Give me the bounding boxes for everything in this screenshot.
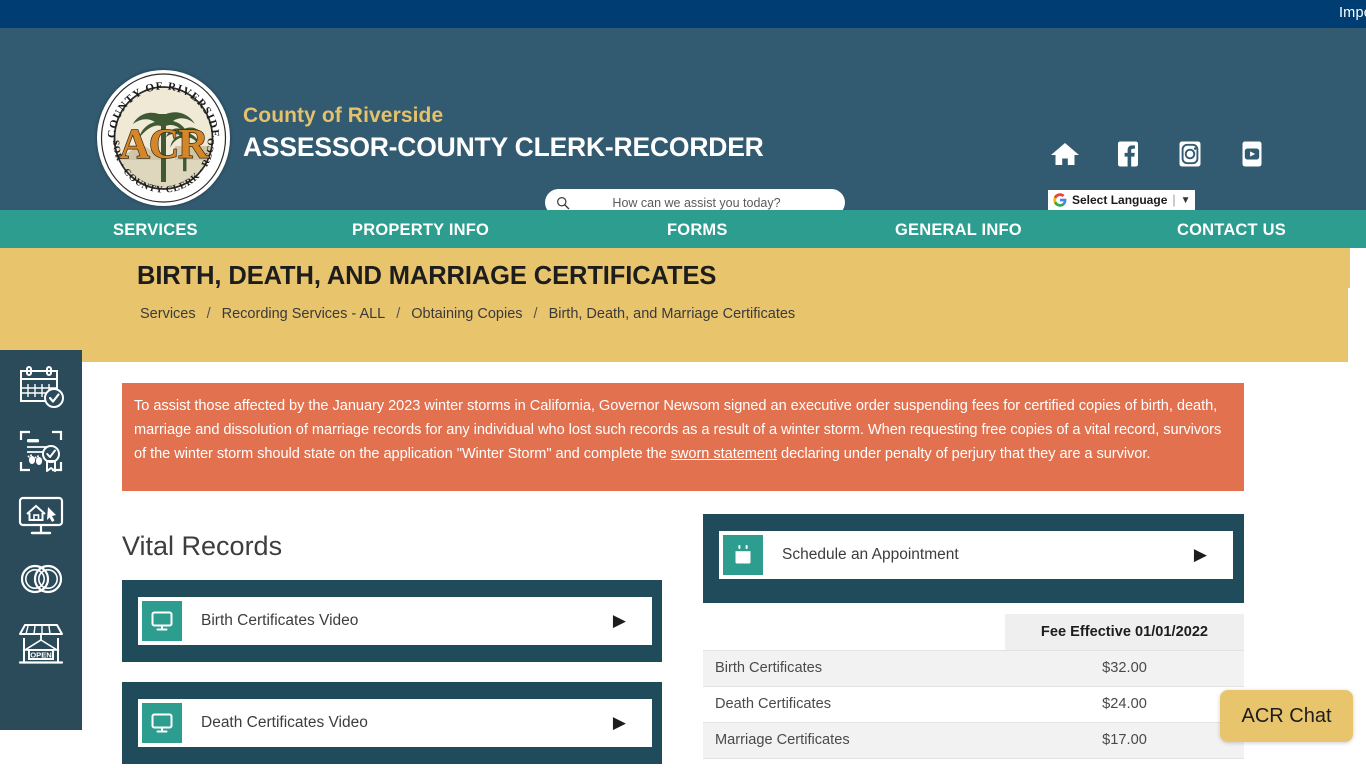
appointment-card: Schedule an Appointment ▶: [703, 514, 1244, 603]
site-header: COUNTY OF RIVERSIDE ASSESSOR · COUNTY CL…: [0, 28, 1366, 216]
brand-title: ASSESSOR-COUNTY CLERK-RECORDER: [243, 132, 764, 162]
monitor-icon: [142, 601, 182, 641]
breadcrumb-item-obtaining[interactable]: Obtaining Copies: [411, 306, 522, 322]
video-card-death-label: Death Certificates Video: [201, 714, 368, 731]
search-icon: [557, 196, 570, 209]
play-icon[interactable]: ▶: [613, 713, 626, 733]
fee-row-name: Death Certificates: [703, 685, 1005, 723]
monitor-icon: [142, 703, 182, 743]
quick-links-rail: OPEN: [0, 350, 82, 730]
fee-table: Fee Effective 01/01/2022 Birth Certifica…: [703, 614, 1244, 759]
social-links: [1048, 140, 1268, 168]
primary-nav: SERVICES PROPERTY INFO FORMS GENERAL INF…: [0, 210, 1366, 248]
translate-label: Select Language: [1072, 193, 1168, 207]
calendar-icon: [723, 535, 763, 575]
fee-row-amount: $24.00: [1005, 685, 1244, 723]
fee-col-amount-header: Fee Effective 01/01/2022: [1005, 614, 1244, 650]
search-input[interactable]: [570, 195, 845, 210]
sworn-statement-link[interactable]: sworn statement: [671, 446, 777, 462]
acr-seal-logo[interactable]: COUNTY OF RIVERSIDE ASSESSOR · COUNTY CL…: [97, 70, 230, 206]
top-alert-bar: Impo: [0, 0, 1366, 28]
table-row: Birth Certificates $32.00: [703, 649, 1244, 687]
video-card-death-button[interactable]: Death Certificates Video ▶: [138, 699, 652, 747]
nav-item-forms[interactable]: FORMS: [667, 221, 728, 240]
brand-subtitle: County of Riverside: [243, 104, 444, 127]
nav-item-property-info[interactable]: PROPERTY INFO: [352, 221, 489, 240]
page-title: BIRTH, DEATH, AND MARRIAGE CERTIFICATES: [137, 262, 717, 290]
alert-text-part2: declaring under penalty of perjury that …: [777, 446, 1151, 462]
acr-chat-button[interactable]: ACR Chat: [1220, 690, 1353, 742]
table-header-row: Fee Effective 01/01/2022: [703, 614, 1244, 650]
google-g-icon: [1053, 193, 1067, 207]
fee-table-head: Fee Effective 01/01/2022: [703, 614, 1244, 650]
birth-certificate-icon[interactable]: [16, 426, 66, 476]
breadcrumb-separator: /: [396, 306, 401, 322]
table-row: Marriage Certificates $17.00: [703, 721, 1244, 759]
instagram-icon[interactable]: [1172, 140, 1206, 168]
translate-separator: |: [1172, 193, 1176, 207]
chevron-down-icon[interactable]: ▼: [1181, 195, 1191, 206]
fee-row-amount: $17.00: [1005, 721, 1244, 759]
schedule-appointment-button[interactable]: Schedule an Appointment ▶: [719, 531, 1233, 579]
youtube-icon[interactable]: [1234, 140, 1268, 168]
property-online-icon[interactable]: [16, 490, 66, 540]
video-card-birth-label: Birth Certificates Video: [201, 612, 359, 629]
home-icon[interactable]: [1048, 140, 1082, 168]
marriage-rings-icon[interactable]: [16, 554, 66, 604]
play-icon[interactable]: ▶: [1194, 545, 1207, 565]
breadcrumb-item-recording[interactable]: Recording Services - ALL: [222, 306, 386, 322]
fee-row-name: Birth Certificates: [703, 649, 1005, 687]
section-title-vital-records: Vital Records: [122, 531, 283, 561]
fee-row-amount: $32.00: [1005, 649, 1244, 687]
breadcrumb: Services / Recording Services - ALL / Ob…: [140, 306, 795, 322]
top-alert-text[interactable]: Impo: [1339, 5, 1366, 21]
fee-col-blank-header: [703, 614, 1005, 650]
play-icon[interactable]: ▶: [613, 611, 626, 631]
google-translate-widget[interactable]: Select Language | ▼: [1048, 190, 1195, 210]
business-open-icon[interactable]: OPEN: [16, 618, 66, 668]
fee-row-name: Marriage Certificates: [703, 721, 1005, 759]
banner-notch: [1348, 288, 1366, 362]
fee-table-body: Birth Certificates $32.00 Death Certific…: [703, 649, 1244, 759]
breadcrumb-item-services[interactable]: Services: [140, 306, 196, 322]
schedule-appointment-label: Schedule an Appointment: [782, 546, 959, 563]
svg-text:ACR: ACR: [120, 122, 210, 168]
video-card-birth-button[interactable]: Birth Certificates Video ▶: [138, 597, 652, 645]
nav-item-services[interactable]: SERVICES: [113, 221, 198, 240]
breadcrumb-separator: /: [533, 306, 538, 322]
nav-item-general-info[interactable]: GENERAL INFO: [895, 221, 1022, 240]
video-card-death: Death Certificates Video ▶: [122, 682, 662, 764]
breadcrumb-item-current: Birth, Death, and Marriage Certificates: [548, 306, 796, 322]
nav-item-contact-us[interactable]: CONTACT US: [1177, 221, 1286, 240]
table-row: Death Certificates $24.00: [703, 685, 1244, 723]
breadcrumb-separator: /: [206, 306, 211, 322]
winter-storm-alert: To assist those affected by the January …: [122, 383, 1244, 491]
video-card-birth: Birth Certificates Video ▶: [122, 580, 662, 662]
svg-text:OPEN: OPEN: [30, 650, 52, 659]
appointment-calendar-icon[interactable]: [16, 362, 66, 412]
facebook-icon[interactable]: [1110, 140, 1144, 168]
